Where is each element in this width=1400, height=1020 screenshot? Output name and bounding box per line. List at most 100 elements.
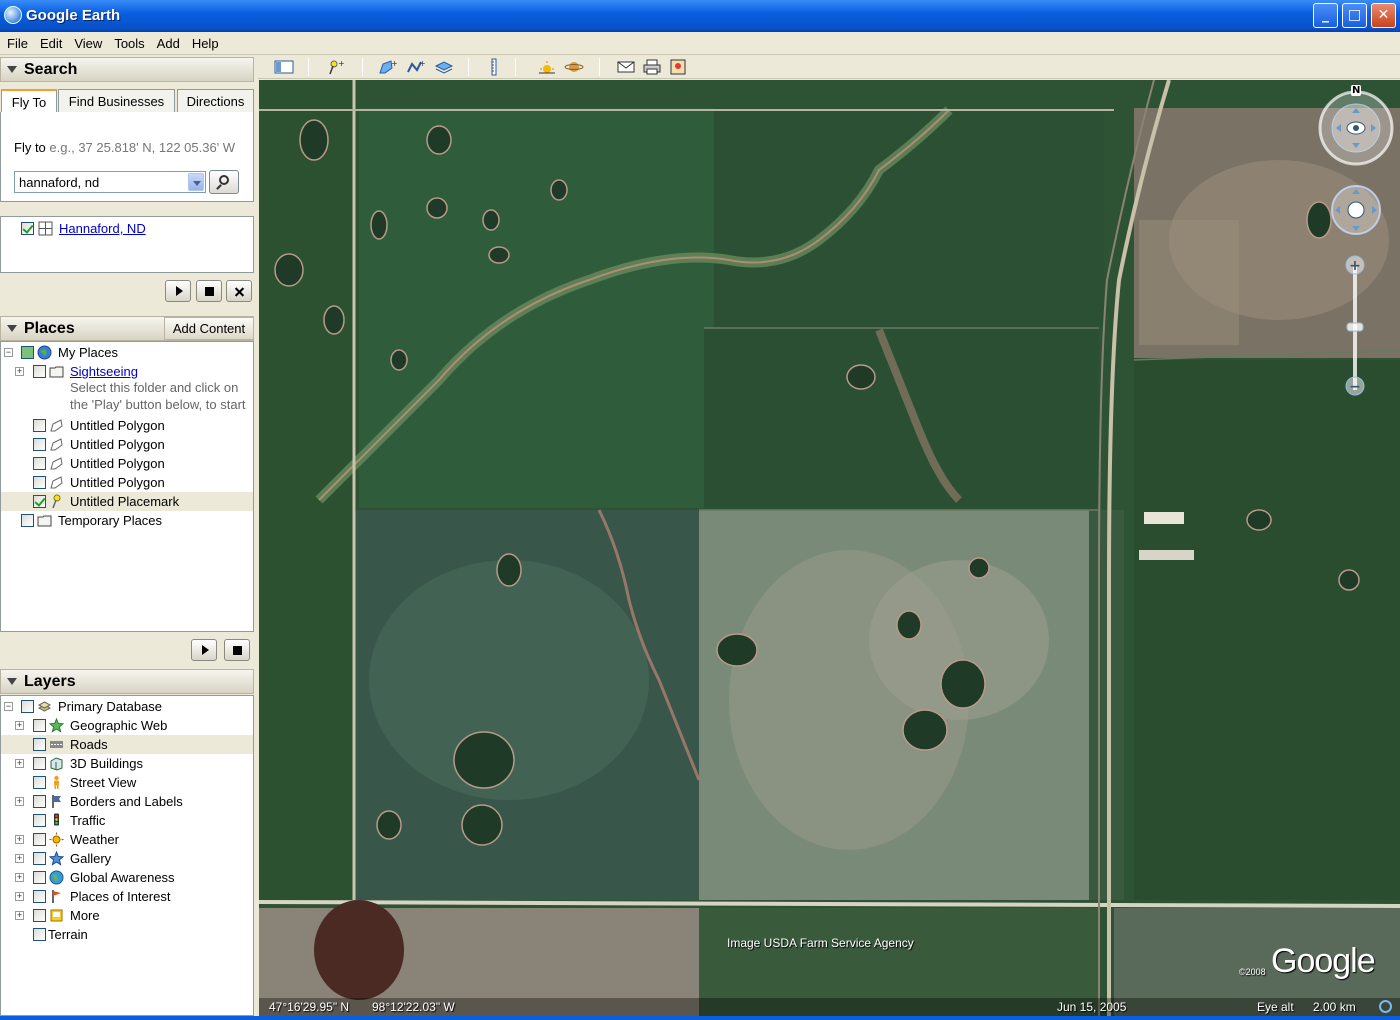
tree-item-sightseeing[interactable]: + Sightseeing (1, 362, 253, 381)
search-button[interactable] (209, 170, 239, 194)
checkbox[interactable] (21, 346, 34, 359)
layer-3d-buildings[interactable]: + 3D Buildings (1, 754, 253, 773)
layer-roads[interactable]: Roads (1, 735, 253, 754)
checkbox[interactable] (33, 457, 46, 470)
search-result-item[interactable]: Hannaford, ND (1, 219, 251, 238)
checkbox[interactable] (33, 738, 46, 751)
play-tour-button[interactable] (191, 639, 217, 661)
layers-panel-header[interactable]: Layers (0, 669, 254, 694)
expand-icon[interactable]: + (15, 367, 24, 376)
polygon-tool-icon[interactable]: + (378, 58, 398, 76)
dropdown-arrow-icon[interactable] (188, 173, 204, 191)
checkbox[interactable] (33, 833, 46, 846)
tab-directions[interactable]: Directions (177, 89, 254, 113)
sidebar-toggle-icon[interactable] (274, 58, 294, 76)
close-button[interactable]: ✕ (1371, 3, 1396, 28)
tab-find-businesses[interactable]: Find Businesses (58, 89, 175, 113)
expand-icon[interactable]: + (15, 892, 24, 901)
play-button[interactable] (165, 280, 191, 302)
minimize-button[interactable]: _ (1313, 3, 1338, 28)
map-view[interactable]: N + − Image USDA Farm Service Agency ©20… (259, 80, 1400, 1016)
checkbox[interactable] (33, 419, 46, 432)
menu-view[interactable]: View (67, 32, 107, 51)
tree-item-polygon[interactable]: Untitled Polygon (1, 416, 253, 435)
collapse-icon[interactable]: − (4, 348, 13, 357)
checkbox[interactable] (33, 890, 46, 903)
search-input[interactable]: hannaford, nd (14, 171, 206, 193)
expand-icon[interactable]: + (15, 873, 24, 882)
tree-item-temporary-places[interactable]: Temporary Places (1, 511, 253, 530)
stop-button[interactable] (196, 280, 222, 302)
checkbox[interactable] (33, 928, 46, 941)
expand-icon[interactable]: + (15, 721, 24, 730)
menu-file[interactable]: File (0, 32, 33, 51)
search-panel-header[interactable]: Search (0, 57, 254, 82)
expand-icon[interactable]: + (15, 759, 24, 768)
tree-item-placemark[interactable]: Untitled Placemark (1, 492, 253, 511)
clear-results-button[interactable] (226, 280, 252, 302)
look-navigator[interactable]: N (1318, 85, 1394, 166)
layer-places-of-interest[interactable]: + Places of Interest (1, 887, 253, 906)
expand-icon[interactable]: + (15, 835, 24, 844)
layer-traffic[interactable]: Traffic (1, 811, 253, 830)
path-tool-icon[interactable]: + (406, 58, 426, 76)
collapse-arrow-icon[interactable] (7, 325, 17, 332)
menu-tools[interactable]: Tools (107, 32, 149, 51)
stop-tour-button[interactable] (224, 639, 250, 661)
menu-help[interactable]: Help (185, 32, 224, 51)
email-icon[interactable] (616, 58, 636, 76)
sunlight-icon[interactable] (537, 58, 557, 76)
collapse-icon[interactable]: − (4, 702, 13, 711)
add-content-button[interactable]: Add Content (164, 317, 254, 340)
expand-icon[interactable]: + (15, 854, 24, 863)
placemark-tool-icon[interactable]: + (325, 58, 345, 76)
checkbox[interactable] (33, 776, 46, 789)
layer-more[interactable]: + More (1, 906, 253, 925)
layer-terrain[interactable]: Terrain (1, 925, 253, 944)
checkbox[interactable] (33, 476, 46, 489)
layer-primary-database[interactable]: − Primary Database (1, 697, 253, 716)
tree-item-polygon[interactable]: Untitled Polygon (1, 435, 253, 454)
eye-alt-value: 2.00 km (1313, 1000, 1356, 1014)
layer-borders-labels[interactable]: + Borders and Labels (1, 792, 253, 811)
tree-item-my-places[interactable]: − My Places (1, 343, 253, 362)
expand-icon[interactable]: + (15, 911, 24, 920)
svg-text:+: + (1349, 258, 1361, 274)
tree-item-polygon[interactable]: Untitled Polygon (1, 473, 253, 492)
checkbox[interactable] (33, 719, 46, 732)
layer-global-awareness[interactable]: + Global Awareness (1, 868, 253, 887)
compass-north[interactable]: N (1351, 85, 1362, 96)
checkbox[interactable] (33, 438, 46, 451)
print-icon[interactable] (642, 58, 662, 76)
tab-fly-to[interactable]: Fly To (1, 89, 57, 114)
maximize-button[interactable]: □ (1342, 3, 1367, 28)
zoom-slider[interactable]: + − (1344, 255, 1366, 401)
menu-edit[interactable]: Edit (33, 32, 67, 51)
ruler-icon[interactable] (484, 58, 504, 76)
checkbox[interactable] (33, 365, 46, 378)
move-navigator[interactable] (1330, 184, 1382, 236)
menu-add[interactable]: Add (150, 32, 185, 51)
checkbox[interactable] (33, 495, 46, 508)
expand-icon[interactable]: + (15, 797, 24, 806)
checkbox[interactable] (33, 757, 46, 770)
layer-street-view[interactable]: Street View (1, 773, 253, 792)
layer-weather[interactable]: + Weather (1, 830, 253, 849)
google-maps-icon[interactable] (668, 58, 688, 76)
checkbox[interactable] (33, 909, 46, 922)
layer-geographic-web[interactable]: + Geographic Web (1, 716, 253, 735)
collapse-arrow-icon[interactable] (7, 66, 17, 73)
sky-planet-icon[interactable] (564, 58, 584, 76)
layer-gallery[interactable]: + Gallery (1, 849, 253, 868)
checkbox[interactable] (33, 871, 46, 884)
checkbox[interactable] (21, 514, 34, 527)
image-overlay-icon[interactable] (434, 58, 454, 76)
checkbox[interactable] (33, 795, 46, 808)
collapse-arrow-icon[interactable] (7, 678, 17, 685)
checkbox[interactable] (21, 222, 34, 235)
checkbox[interactable] (33, 852, 46, 865)
checkbox[interactable] (21, 700, 34, 713)
tree-item-polygon[interactable]: Untitled Polygon (1, 454, 253, 473)
checkbox[interactable] (33, 814, 46, 827)
search-result-link[interactable]: Hannaford, ND (59, 221, 146, 236)
